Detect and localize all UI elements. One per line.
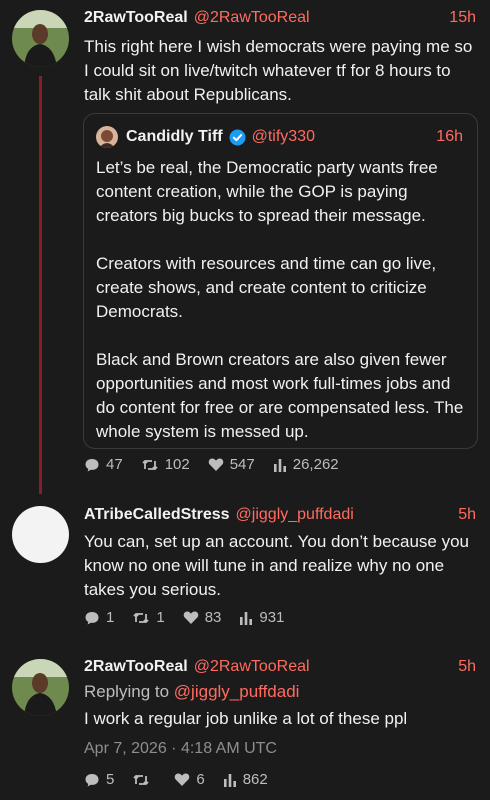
tweet-text: This right here I wish democrats were pa… [84, 37, 473, 104]
author-name[interactable]: ATribeCalledStress [84, 506, 230, 524]
retweet-count: 102 [164, 456, 190, 473]
like-button[interactable]: 547 [208, 456, 255, 473]
tweet-text: You can, set up an account. You don’t be… [84, 532, 470, 599]
reply-count: 47 [106, 456, 123, 473]
reply-button[interactable]: 47 [84, 456, 123, 473]
replying-to-handle[interactable]: @jiggly_puffdadi [174, 682, 300, 701]
like-button[interactable]: 83 [183, 609, 222, 626]
reply-button[interactable]: 5 [84, 771, 114, 788]
tweet-1[interactable]: 2RawTooReal @2RawTooReal 15h This right … [0, 0, 490, 490]
timestamp[interactable]: 15h [449, 9, 476, 27]
quote-paragraph: Creators with resources and time can go … [96, 254, 437, 321]
retweet-button[interactable]: 102 [141, 456, 190, 473]
views-bar-chart-icon [223, 773, 236, 787]
author-name[interactable]: 2RawTooReal [84, 658, 188, 676]
views-stat[interactable]: 931 [239, 609, 284, 626]
quote-paragraph: Let’s be real, the Democratic party want… [96, 158, 438, 225]
views-stat[interactable]: 862 [223, 771, 268, 788]
view-count: 26,262 [292, 456, 339, 473]
replying-to: Replying to @jiggly_puffdadi [84, 682, 299, 702]
like-count: 83 [204, 609, 222, 626]
retweet-button[interactable] [132, 772, 156, 788]
comment-icon [85, 773, 99, 786]
reply-count: 5 [106, 771, 115, 788]
verified-badge-icon [229, 129, 246, 146]
comment-icon [85, 458, 99, 471]
tweet-stats: 1 1 83 931 [84, 609, 302, 626]
author-handle[interactable]: @jiggly_puffdadi [236, 506, 354, 524]
tweet-stats: 47 102 547 26,262 [84, 456, 357, 473]
tweet-stats: 5 6 862 [84, 771, 286, 788]
quoted-tweet[interactable]: Candidly Tiff @tify330 16h Let’s be real… [83, 113, 478, 449]
retweet-icon [133, 612, 149, 623]
retweet-button[interactable]: 1 [132, 609, 165, 626]
replying-to-label: Replying to [84, 682, 170, 701]
like-count: 547 [229, 456, 255, 473]
comment-icon [85, 611, 99, 624]
retweet-icon [133, 774, 149, 785]
quote-paragraph: Black and Brown creators are also given … [96, 350, 464, 441]
author-name[interactable]: 2RawTooReal [84, 9, 188, 27]
avatar[interactable] [12, 10, 69, 67]
timestamp[interactable]: 5h [458, 506, 476, 524]
quote-avatar[interactable] [96, 126, 118, 148]
like-count: 6 [196, 771, 205, 788]
views-stat[interactable]: 26,262 [273, 456, 339, 473]
quote-author-name[interactable]: Candidly Tiff [126, 128, 223, 146]
retweet-count: 1 [156, 609, 165, 626]
timestamp[interactable]: 5h [458, 658, 476, 676]
like-button[interactable]: 6 [174, 771, 205, 788]
author-handle[interactable]: @2RawTooReal [194, 658, 310, 676]
views-bar-chart-icon [240, 611, 253, 625]
view-count: 931 [259, 609, 285, 626]
avatar[interactable] [12, 506, 69, 563]
heart-icon [175, 773, 190, 786]
quote-timestamp[interactable]: 16h [436, 128, 463, 146]
quote-author-handle[interactable]: @tify330 [252, 128, 315, 146]
tweet-date[interactable]: Apr 7, 2026 · 4:18 AM UTC [84, 740, 277, 758]
retweet-icon [142, 459, 158, 470]
views-bar-chart-icon [273, 458, 286, 472]
author-handle[interactable]: @2RawTooReal [194, 9, 310, 27]
heart-icon [183, 611, 198, 624]
tweet-text: I work a regular job unlike a lot of the… [84, 709, 408, 728]
reply-button[interactable]: 1 [84, 609, 114, 626]
quote-text: Let’s be real, the Democratic party want… [96, 156, 465, 444]
heart-icon [208, 458, 223, 471]
reply-count: 1 [106, 609, 115, 626]
view-count: 862 [242, 771, 268, 788]
avatar[interactable] [12, 659, 69, 716]
